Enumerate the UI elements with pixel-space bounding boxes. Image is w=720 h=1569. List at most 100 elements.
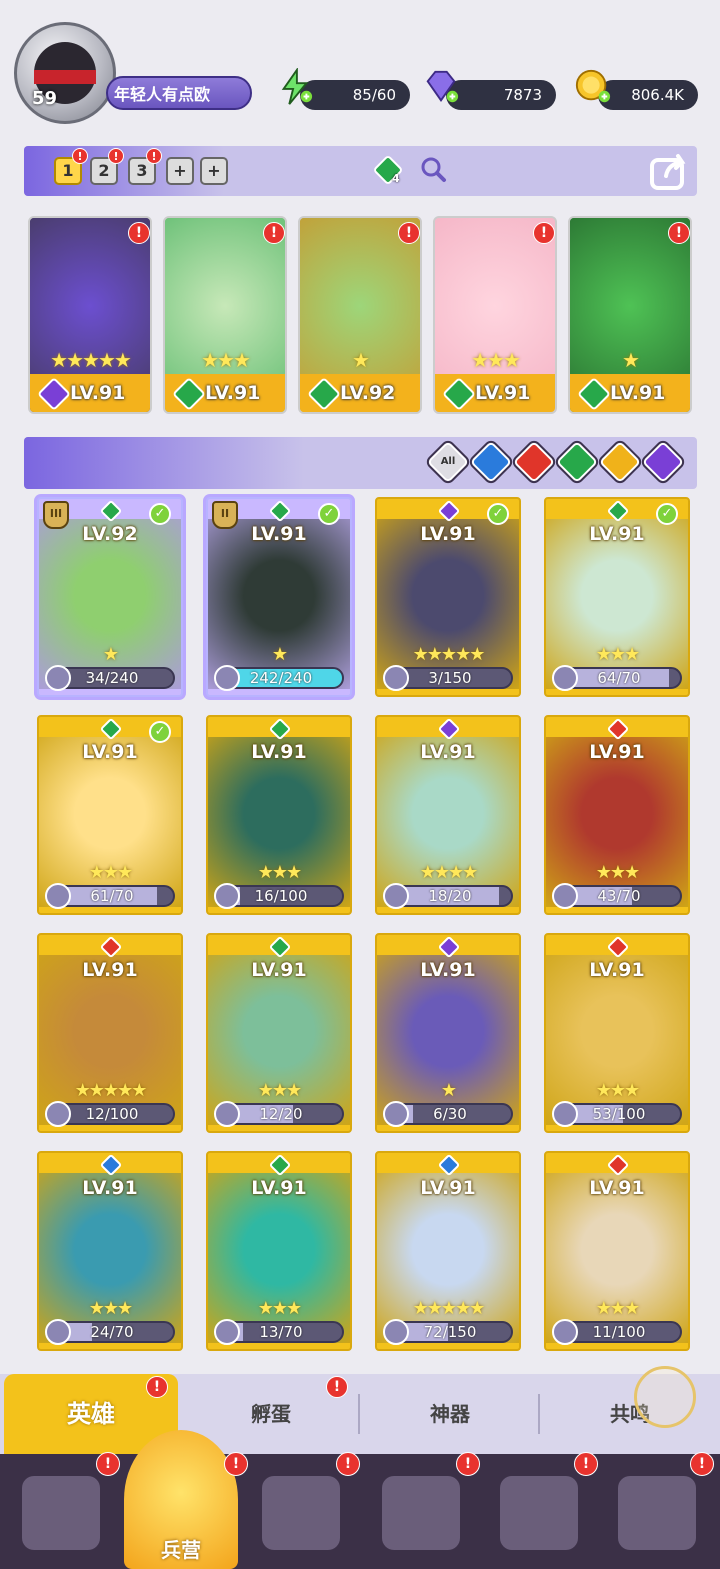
share-icon[interactable] (648, 150, 690, 192)
team-hero-alert-icon: ! (668, 222, 690, 244)
team-slot-2-alert-icon: ! (108, 148, 124, 164)
hero-card[interactable]: LV.91 ★★★ 16/100 (206, 715, 352, 915)
shard-icon (214, 883, 240, 909)
team-hero-alert-icon: ! (263, 222, 285, 244)
floating-menu-button[interactable] (634, 1366, 696, 1428)
hero-card[interactable]: LV.91 ★★★ 11/100 (544, 1151, 690, 1351)
shard-icon (383, 1319, 409, 1345)
search-icon[interactable] (418, 154, 448, 184)
check-icon: ✓ (656, 503, 678, 525)
hero-card[interactable]: LV.91 ★★★ 53/100 (544, 933, 690, 1133)
nav-map-alert-icon: ! (336, 1452, 360, 1476)
check-icon: ✓ (487, 503, 509, 525)
filter-bar-accent (24, 437, 304, 489)
shard-icon (552, 665, 578, 691)
check-icon: ✓ (149, 721, 171, 743)
hero-level: LV.91 (589, 741, 645, 763)
nav-map-icon[interactable] (262, 1476, 340, 1550)
player-level: 59 (32, 88, 58, 109)
energy-counter[interactable]: 85/60 (300, 80, 410, 110)
team-hero-alert-icon: ! (398, 222, 420, 244)
team-hero-card[interactable]: ★ LV.92 (298, 216, 422, 414)
tab-hatch-alert-icon: ! (326, 1376, 348, 1398)
hero-level: LV.91 (610, 382, 666, 404)
team-slot-add-2[interactable]: + (200, 157, 228, 185)
team-hero-card[interactable]: ★★★ LV.91 (433, 216, 557, 414)
player-name[interactable]: 年轻人有点欧 (106, 76, 252, 110)
nav-barracks-label: 兵营 (161, 1538, 201, 1562)
shard-icon (45, 883, 71, 909)
nav-summon-alert-icon: ! (574, 1452, 598, 1476)
shard-icon (214, 1319, 240, 1345)
hero-stars: ★★★★★ (74, 1080, 148, 1101)
hero-level: LV.91 (589, 523, 645, 545)
hero-stars: ★★★ (88, 862, 133, 883)
hero-level: LV.91 (82, 959, 138, 981)
hero-card[interactable]: LV.91 ★★★★★ 3/150 ✓ (375, 497, 521, 697)
hero-card[interactable]: LV.91 ★★★★★ 12/100 (37, 933, 183, 1133)
hero-card[interactable]: LV.91 ★★★ 64/70 ✓ (544, 497, 690, 697)
team-slot-3-alert-icon: ! (146, 148, 162, 164)
team-slot-add-1[interactable]: + (166, 157, 194, 185)
hero-card[interactable]: LV.91 ★★★★ 18/20 (375, 715, 521, 915)
team-hero-card[interactable]: ★★★ LV.91 (163, 216, 287, 414)
hero-card[interactable]: LV.91 ★ 6/30 (375, 933, 521, 1133)
shard-icon (552, 1101, 578, 1127)
hero-level: LV.91 (420, 523, 476, 545)
hero-card[interactable]: LV.91 ★★★ 13/70 (206, 1151, 352, 1351)
hero-card[interactable]: LV.92 ★ 34/240 ✓ III (37, 497, 183, 697)
nav-summon-icon[interactable] (500, 1476, 578, 1550)
hero-stars: ★★★ (471, 348, 521, 372)
shard-icon (383, 883, 409, 909)
hero-level: LV.91 (589, 1177, 645, 1199)
shard-icon (214, 665, 240, 691)
hero-stars: ★★★★★ (412, 1298, 486, 1319)
team-hero-card[interactable]: ★★★★★ LV.91 (28, 216, 152, 414)
hero-stars: ★★★ (595, 1298, 640, 1319)
energy-icon[interactable] (276, 68, 314, 106)
hero-card[interactable]: LV.91 ★★★ 61/70 ✓ (37, 715, 183, 915)
hero-level: LV.91 (251, 1177, 307, 1199)
hero-level: LV.91 (70, 382, 126, 404)
hero-stars: ★ (622, 348, 640, 372)
hero-card[interactable]: LV.91 ★★★ 24/70 (37, 1151, 183, 1351)
hero-card[interactable]: LV.91 ★ 242/240 ✓ II (206, 497, 352, 697)
hero-stars: ★★★ (595, 1080, 640, 1101)
avatar-mask (34, 70, 96, 84)
hero-level: LV.91 (475, 382, 531, 404)
hero-card[interactable]: LV.91 ★★★ 12/20 (206, 933, 352, 1133)
tab-artifacts[interactable]: 神器 (360, 1374, 540, 1454)
nav-guild-icon[interactable] (618, 1476, 696, 1550)
shard-icon (552, 1319, 578, 1345)
team-hero-alert-icon: ! (533, 222, 555, 244)
nav-cards-icon[interactable] (22, 1476, 100, 1550)
nav-shrine-alert-icon: ! (456, 1452, 480, 1476)
team-element-count: 4 (392, 172, 400, 185)
hero-level: LV.91 (589, 959, 645, 981)
team-hero-card[interactable]: ★ LV.91 (568, 216, 692, 414)
hero-stars: ★★★★★ (412, 644, 486, 665)
tier-badge: II (212, 501, 238, 529)
hero-stars: ★ (352, 348, 370, 372)
filter-all-label: All (440, 456, 456, 467)
gold-coin-icon[interactable] (574, 68, 612, 106)
hero-stars: ★★★ (257, 1298, 302, 1319)
hero-stars: ★ (440, 1080, 457, 1101)
check-icon: ✓ (318, 503, 340, 525)
hero-stars: ★★★ (257, 1080, 302, 1101)
hero-stars: ★★★★★ (50, 348, 132, 372)
gold-counter[interactable]: 806.4K (598, 80, 698, 110)
hero-card[interactable]: LV.91 ★★★★★ 72/150 (375, 1151, 521, 1351)
hero-stars: ★★★ (88, 1298, 133, 1319)
nav-shrine-icon[interactable] (382, 1476, 460, 1550)
tab-heroes-alert-icon: ! (146, 1376, 168, 1398)
hero-card[interactable]: LV.91 ★★★ 43/70 (544, 715, 690, 915)
hero-stars: ★★★ (595, 644, 640, 665)
hero-level: LV.91 (420, 1177, 476, 1199)
gem-counter[interactable]: 7873 (446, 80, 556, 110)
hero-stars: ★★★ (257, 862, 302, 883)
hero-stars: ★ (102, 644, 119, 665)
hero-stars: ★ (271, 644, 288, 665)
gem-icon[interactable] (422, 68, 460, 106)
hero-level: LV.91 (420, 959, 476, 981)
